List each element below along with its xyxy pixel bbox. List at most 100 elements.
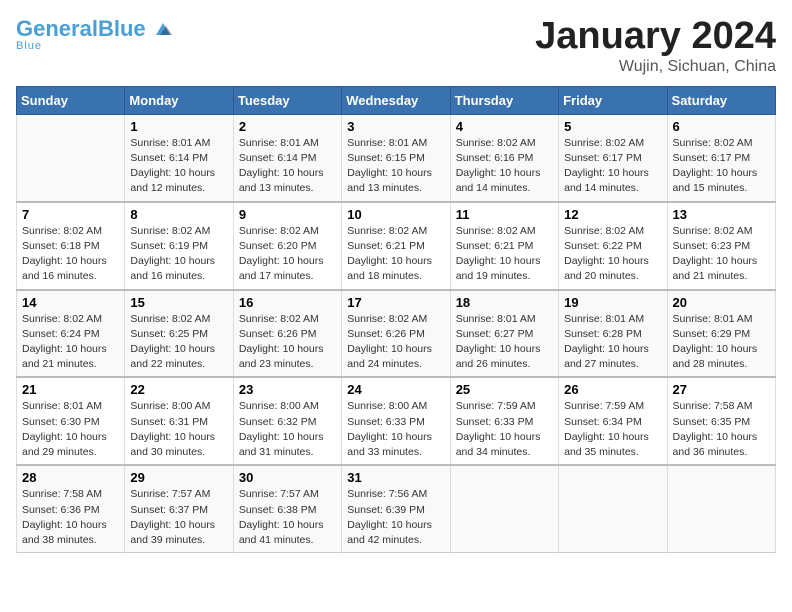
calendar-cell: 25Sunrise: 7:59 AMSunset: 6:33 PMDayligh… [450,377,558,465]
day-info: Sunrise: 7:57 AMSunset: 6:38 PMDaylight:… [239,487,336,548]
calendar-cell [559,465,667,552]
day-number: 11 [456,207,553,222]
day-number: 28 [22,470,119,485]
day-number: 18 [456,295,553,310]
day-number: 7 [22,207,119,222]
day-number: 14 [22,295,119,310]
calendar-cell: 4 Sunrise: 8:02 AMSunset: 6:16 PMDaylight… [450,114,558,201]
day-info: Sunrise: 8:02 AMSunset: 6:26 PMDaylight:… [239,312,336,373]
calendar-cell: 16 Sunrise: 8:02 AMSunset: 6:26 PMDayligh… [233,290,341,378]
calendar-week-row: 28 Sunrise: 7:58 AMSunset: 6:36 PMDayligh… [17,465,776,552]
calendar-cell: 24 Sunrise: 8:00 AMSunset: 6:33 PMDayligh… [342,377,450,465]
day-info: Sunrise: 8:01 AMSunset: 6:28 PMDaylight:… [564,312,661,373]
day-number: 29 [130,470,227,485]
day-info: Sunrise: 7:59 AMSunset: 6:34 PMDaylight:… [564,399,661,460]
day-number: 30 [239,470,336,485]
day-info: Sunrise: 8:02 AMSunset: 6:16 PMDaylight:… [456,136,553,197]
day-number: 4 [456,119,553,134]
day-number: 3 [347,119,444,134]
day-number: 12 [564,207,661,222]
calendar-week-row: 1 Sunrise: 8:01 AMSunset: 6:14 PMDaylight… [17,114,776,201]
day-info: Sunrise: 8:02 AMSunset: 6:24 PMDaylight:… [22,312,119,373]
calendar-cell: 20 Sunrise: 8:01 AMSunset: 6:29 PMDayligh… [667,290,775,378]
day-number: 1 [130,119,227,134]
day-info: Sunrise: 8:02 AMSunset: 6:22 PMDaylight:… [564,224,661,285]
day-info: Sunrise: 8:02 AMSunset: 6:19 PMDaylight:… [130,224,227,285]
day-info: Sunrise: 8:02 AMSunset: 6:20 PMDaylight:… [239,224,336,285]
calendar-cell: 30 Sunrise: 7:57 AMSunset: 6:38 PMDayligh… [233,465,341,552]
calendar-cell: 18 Sunrise: 8:01 AMSunset: 6:27 PMDayligh… [450,290,558,378]
day-info: Sunrise: 7:56 AMSunset: 6:39 PMDaylight:… [347,487,444,548]
day-info: Sunrise: 8:01 AMSunset: 6:14 PMDaylight:… [239,136,336,197]
calendar-cell: 2 Sunrise: 8:01 AMSunset: 6:14 PMDaylight… [233,114,341,201]
col-header-wednesday: Wednesday [342,86,450,114]
calendar-table: SundayMondayTuesdayWednesdayThursdayFrid… [16,86,776,553]
day-number: 9 [239,207,336,222]
day-number: 19 [564,295,661,310]
day-number: 8 [130,207,227,222]
day-number: 22 [130,382,227,397]
col-header-monday: Monday [125,86,233,114]
day-info: Sunrise: 8:02 AMSunset: 6:23 PMDaylight:… [673,224,770,285]
calendar-cell: 9 Sunrise: 8:02 AMSunset: 6:20 PMDaylight… [233,202,341,290]
col-header-sunday: Sunday [17,86,125,114]
calendar-cell: 5Sunrise: 8:02 AMSunset: 6:17 PMDaylight… [559,114,667,201]
day-info: Sunrise: 8:02 AMSunset: 6:21 PMDaylight:… [456,224,553,285]
logo-icon [154,21,172,39]
calendar-cell: 13 Sunrise: 8:02 AMSunset: 6:23 PMDayligh… [667,202,775,290]
calendar-cell: 21Sunrise: 8:01 AMSunset: 6:30 PMDayligh… [17,377,125,465]
logo: GeneralBlue Blue [16,16,172,52]
day-number: 16 [239,295,336,310]
calendar-cell: 15Sunrise: 8:02 AMSunset: 6:25 PMDayligh… [125,290,233,378]
calendar-subtitle: Wujin, Sichuan, China [535,58,776,76]
day-info: Sunrise: 8:00 AMSunset: 6:31 PMDaylight:… [130,399,227,460]
day-info: Sunrise: 7:59 AMSunset: 6:33 PMDaylight:… [456,399,553,460]
day-number: 23 [239,382,336,397]
col-header-saturday: Saturday [667,86,775,114]
calendar-cell: 23 Sunrise: 8:00 AMSunset: 6:32 PMDayligh… [233,377,341,465]
day-info: Sunrise: 8:02 AMSunset: 6:21 PMDaylight:… [347,224,444,285]
calendar-week-row: 7 Sunrise: 8:02 AMSunset: 6:18 PMDaylight… [17,202,776,290]
day-number: 15 [130,295,227,310]
calendar-cell: 14 Sunrise: 8:02 AMSunset: 6:24 PMDayligh… [17,290,125,378]
day-number: 26 [564,382,661,397]
day-info: Sunrise: 8:01 AMSunset: 6:14 PMDaylight:… [130,136,227,197]
day-number: 20 [673,295,770,310]
calendar-cell: 6 Sunrise: 8:02 AMSunset: 6:17 PMDaylight… [667,114,775,201]
day-number: 17 [347,295,444,310]
day-number: 13 [673,207,770,222]
calendar-cell [667,465,775,552]
day-number: 6 [673,119,770,134]
calendar-cell: 22 Sunrise: 8:00 AMSunset: 6:31 PMDayligh… [125,377,233,465]
calendar-cell: 12 Sunrise: 8:02 AMSunset: 6:22 PMDayligh… [559,202,667,290]
col-header-tuesday: Tuesday [233,86,341,114]
day-info: Sunrise: 7:58 AMSunset: 6:36 PMDaylight:… [22,487,119,548]
day-number: 24 [347,382,444,397]
day-info: Sunrise: 8:00 AMSunset: 6:33 PMDaylight:… [347,399,444,460]
col-header-thursday: Thursday [450,86,558,114]
day-info: Sunrise: 8:01 AMSunset: 6:27 PMDaylight:… [456,312,553,373]
calendar-cell: 3 Sunrise: 8:01 AMSunset: 6:15 PMDaylight… [342,114,450,201]
day-info: Sunrise: 8:01 AMSunset: 6:15 PMDaylight:… [347,136,444,197]
day-info: Sunrise: 8:02 AMSunset: 6:17 PMDaylight:… [564,136,661,197]
calendar-header-row: SundayMondayTuesdayWednesdayThursdayFrid… [17,86,776,114]
calendar-week-row: 14 Sunrise: 8:02 AMSunset: 6:24 PMDayligh… [17,290,776,378]
day-number: 2 [239,119,336,134]
logo-tagline: Blue [16,40,42,52]
calendar-cell: 19 Sunrise: 8:01 AMSunset: 6:28 PMDayligh… [559,290,667,378]
day-info: Sunrise: 8:00 AMSunset: 6:32 PMDaylight:… [239,399,336,460]
day-info: Sunrise: 7:57 AMSunset: 6:37 PMDaylight:… [130,487,227,548]
day-info: Sunrise: 7:58 AMSunset: 6:35 PMDaylight:… [673,399,770,460]
page-header: GeneralBlue Blue January 2024 Wujin, Sic… [16,16,776,76]
calendar-cell: 27Sunrise: 7:58 AMSunset: 6:35 PMDayligh… [667,377,775,465]
calendar-cell: 29 Sunrise: 7:57 AMSunset: 6:37 PMDayligh… [125,465,233,552]
calendar-title: January 2024 [535,16,776,58]
day-info: Sunrise: 8:02 AMSunset: 6:18 PMDaylight:… [22,224,119,285]
logo-wordmark: GeneralBlue [16,16,172,42]
col-header-friday: Friday [559,86,667,114]
day-info: Sunrise: 8:01 AMSunset: 6:29 PMDaylight:… [673,312,770,373]
day-info: Sunrise: 8:02 AMSunset: 6:26 PMDaylight:… [347,312,444,373]
calendar-cell: 8 Sunrise: 8:02 AMSunset: 6:19 PMDaylight… [125,202,233,290]
day-info: Sunrise: 8:02 AMSunset: 6:17 PMDaylight:… [673,136,770,197]
calendar-week-row: 21Sunrise: 8:01 AMSunset: 6:30 PMDayligh… [17,377,776,465]
